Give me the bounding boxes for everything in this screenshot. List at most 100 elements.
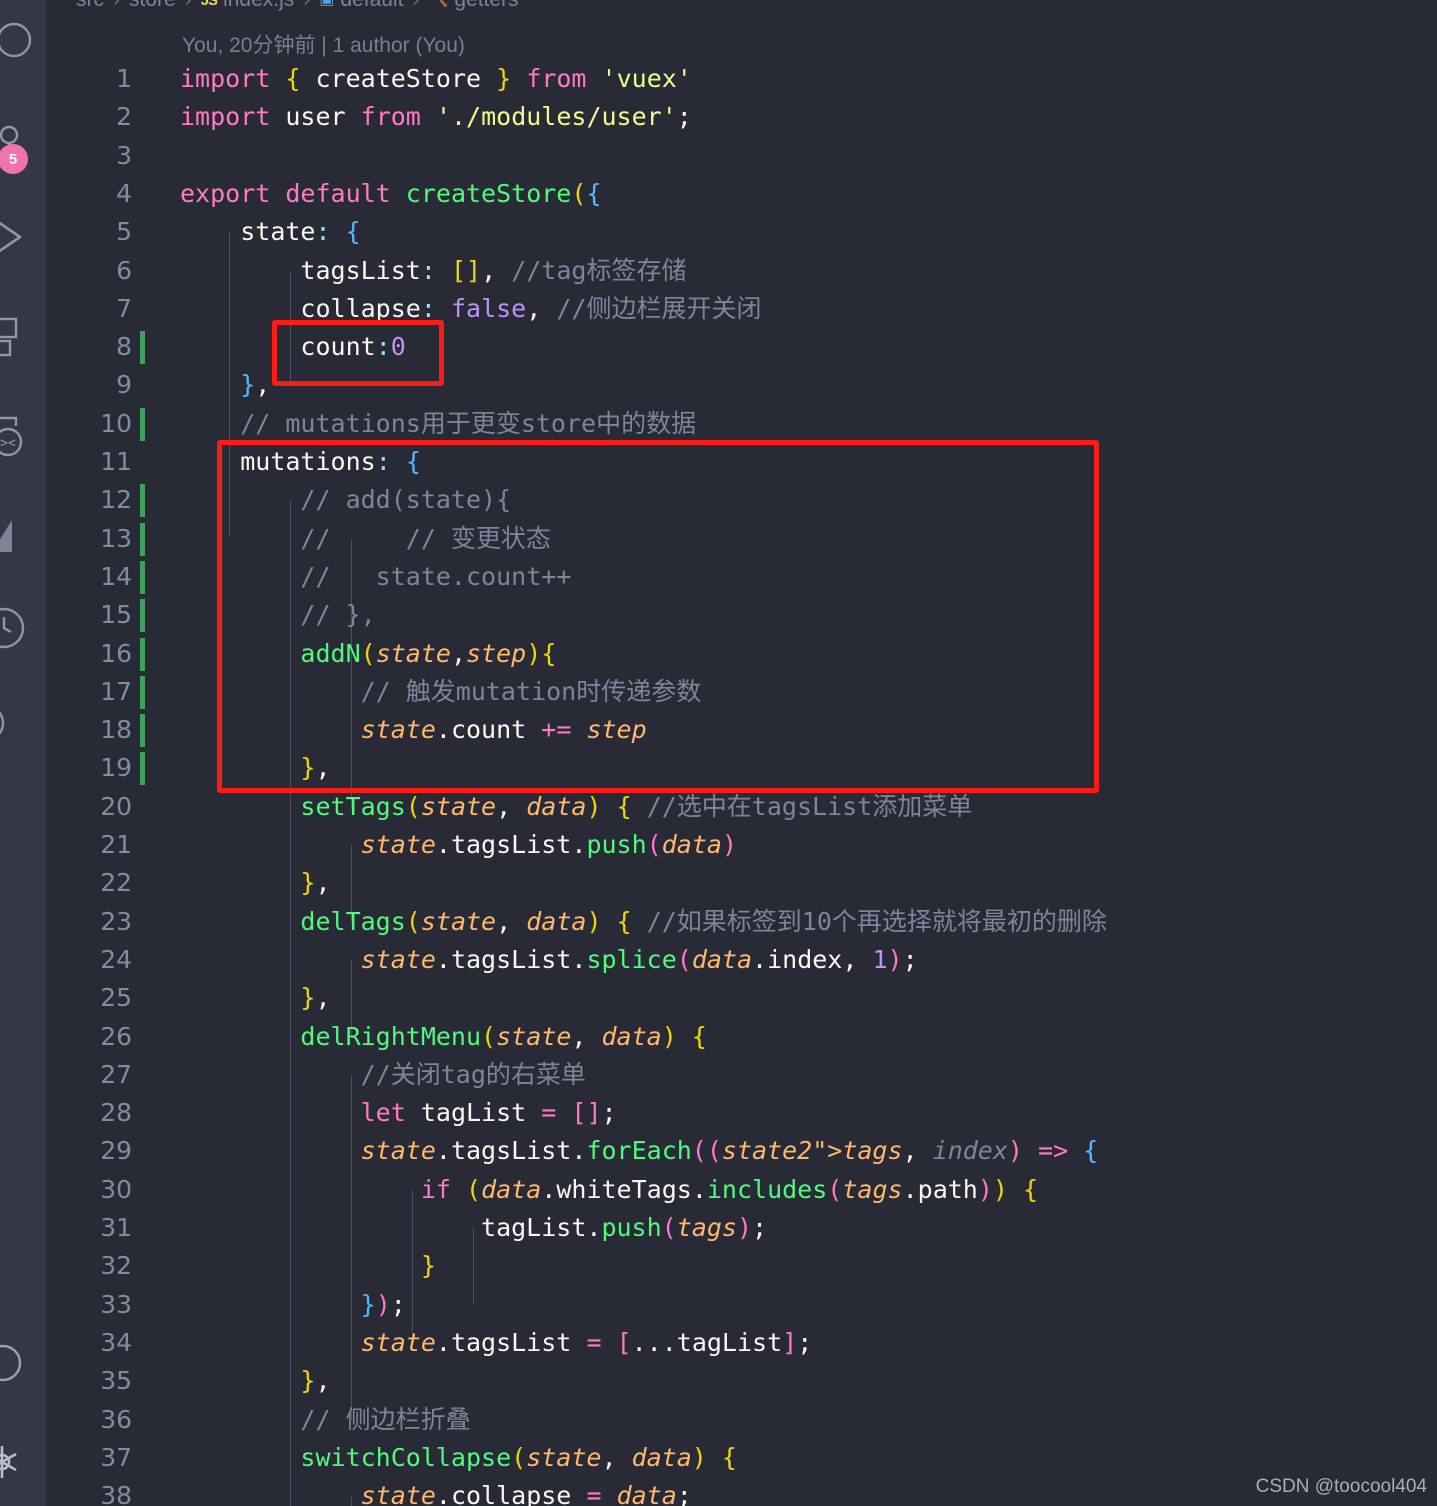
code-line[interactable]: 20 setTags(state, data) { //选中在tagsList添… bbox=[46, 788, 1437, 826]
code-line[interactable]: 2 import user from './modules/user'; bbox=[46, 98, 1437, 136]
line-content[interactable]: setTags(state, data) { //选中在tagsList添加菜单 bbox=[180, 788, 972, 826]
breadcrumb[interactable]: src › store › JS index.js › ▣ default › … bbox=[76, 0, 519, 13]
line-content[interactable]: // 侧边栏折叠 bbox=[180, 1401, 470, 1439]
line-content[interactable]: } bbox=[180, 1247, 436, 1285]
line-content[interactable]: state.tagsList.push(data) bbox=[180, 826, 737, 864]
line-content[interactable]: import { createStore } from 'vuex' bbox=[180, 60, 692, 98]
git-change-marker bbox=[140, 331, 145, 365]
line-number: 24 bbox=[100, 944, 132, 974]
line-content[interactable]: delRightMenu(state, data) { bbox=[180, 1018, 706, 1056]
code-line[interactable]: 25 }, bbox=[46, 979, 1437, 1017]
code-line[interactable]: 24 state.tagsList.splice(data.index, 1); bbox=[46, 941, 1437, 979]
line-content[interactable]: import user from './modules/user'; bbox=[180, 98, 692, 136]
line-content[interactable]: state.tagsList.forEach((state2">tags, in… bbox=[180, 1132, 1099, 1170]
line-content[interactable]: //关闭tag的右菜单 bbox=[180, 1056, 586, 1094]
timeline-icon[interactable] bbox=[0, 605, 46, 651]
code-line[interactable]: 4 export default createStore({ bbox=[46, 175, 1437, 213]
line-content[interactable]: export default createStore({ bbox=[180, 175, 602, 213]
symbol-property-icon: 🔨 bbox=[428, 0, 448, 9]
line-number: 3 bbox=[116, 140, 132, 170]
code-line[interactable]: 31 tagList.push(tags); bbox=[46, 1209, 1437, 1247]
line-number: 34 bbox=[100, 1327, 132, 1357]
line-content[interactable]: // mutations用于更变store中的数据 bbox=[180, 405, 696, 443]
count-highlight-box bbox=[272, 320, 444, 386]
line-content[interactable]: let tagList = []; bbox=[180, 1094, 617, 1132]
testing-icon[interactable] bbox=[0, 512, 46, 558]
line-number: 1 bbox=[116, 64, 132, 93]
source-control-badge: 5 bbox=[0, 144, 28, 174]
line-content[interactable]: }, bbox=[180, 1362, 330, 1400]
line-number: 15 bbox=[100, 600, 132, 630]
line-number: 38 bbox=[100, 1481, 132, 1506]
code-line[interactable]: 30 if (data.whiteTags.includes(tags.path… bbox=[46, 1171, 1437, 1209]
line-content[interactable]: state.tagsList.splice(data.index, 1); bbox=[180, 941, 918, 979]
code-line[interactable]: 23 delTags(state, data) { //如果标签到10个再选择就… bbox=[46, 903, 1437, 941]
line-number: 12 bbox=[100, 485, 132, 515]
source-control-icon[interactable]: 5 bbox=[0, 118, 46, 174]
extensions-icon[interactable] bbox=[0, 313, 46, 359]
breadcrumb-item-getters[interactable]: getters bbox=[454, 0, 518, 12]
code-line[interactable]: 27 //关闭tag的右菜单 bbox=[46, 1056, 1437, 1094]
code-line[interactable]: 8 count:0 bbox=[46, 328, 1437, 366]
breadcrumb-item-index-js[interactable]: index.js bbox=[223, 0, 294, 12]
breadcrumb-item-store[interactable]: store bbox=[129, 0, 176, 12]
line-content[interactable]: delTags(state, data) { //如果标签到10个再选择就将最初… bbox=[180, 903, 1106, 941]
editor-pane: src › store › JS index.js › ▣ default › … bbox=[46, 0, 1437, 1506]
code-line[interactable]: 36 // 侧边栏折叠 bbox=[46, 1401, 1437, 1439]
git-change-marker bbox=[140, 599, 145, 633]
git-blame-annotation: You, 20分钟前 | 1 author (You) bbox=[182, 34, 465, 57]
code-line[interactable]: 35 }, bbox=[46, 1362, 1437, 1400]
line-content[interactable]: }, bbox=[180, 979, 330, 1017]
line-content[interactable]: switchCollapse(state, data) { bbox=[180, 1439, 737, 1477]
code-line[interactable]: 5 state: { bbox=[46, 213, 1437, 251]
line-number: 19 bbox=[100, 753, 132, 783]
code-line[interactable]: 34 state.tagsList = [...tagList]; bbox=[46, 1324, 1437, 1362]
chevron-icon[interactable] bbox=[0, 700, 46, 746]
js-file-icon: JS bbox=[200, 0, 218, 9]
line-number: 5 bbox=[116, 217, 132, 247]
line-content[interactable]: tagsList: [], //tag标签存储 bbox=[180, 252, 686, 290]
database-icon[interactable] bbox=[0, 1340, 46, 1386]
git-change-marker bbox=[140, 560, 145, 594]
code-line[interactable]: 26 delRightMenu(state, data) { bbox=[46, 1018, 1437, 1056]
line-content[interactable]: tagList.push(tags); bbox=[180, 1209, 767, 1247]
line-content[interactable]: }); bbox=[180, 1286, 406, 1324]
line-content[interactable]: }, bbox=[180, 864, 330, 902]
breadcrumb-item-default[interactable]: default bbox=[340, 0, 403, 12]
line-content[interactable]: state.tagsList = [...tagList]; bbox=[180, 1324, 813, 1362]
code-line[interactable]: 21 state.tagsList.push(data) bbox=[46, 826, 1437, 864]
breadcrumb-item-src[interactable]: src bbox=[76, 0, 104, 12]
git-change-marker bbox=[140, 484, 145, 518]
line-content[interactable]: collapse: false, //侧边栏展开关闭 bbox=[180, 290, 761, 328]
mutations-highlight-box bbox=[217, 440, 1099, 793]
line-content[interactable]: if (data.whiteTags.includes(tags.path)) … bbox=[180, 1171, 1038, 1209]
csdn-watermark: CSDN @toocool404 bbox=[1255, 1476, 1427, 1497]
code-line[interactable]: 9 }, bbox=[46, 366, 1437, 404]
line-number: 10 bbox=[100, 408, 132, 438]
code-line[interactable]: 28 let tagList = []; bbox=[46, 1094, 1437, 1132]
code-line[interactable]: 22 }, bbox=[46, 864, 1437, 902]
code-line[interactable]: 10 // mutations用于更变store中的数据 bbox=[46, 405, 1437, 443]
code-line[interactable]: 7 collapse: false, //侧边栏展开关闭 bbox=[46, 290, 1437, 328]
vscode-window: 5 >< JS You, 20分钟前 | 1 author (You) 1 im… bbox=[0, 0, 1437, 1506]
code-line[interactable]: 38 state.collapse = data; bbox=[46, 1477, 1437, 1506]
code-line[interactable]: 33 }); bbox=[46, 1286, 1437, 1324]
code-line[interactable]: 1 import { createStore } from 'vuex' bbox=[46, 60, 1437, 98]
code-line[interactable]: 6 tagsList: [], //tag标签存储 bbox=[46, 252, 1437, 290]
breadcrumb-separator-icon: › bbox=[412, 0, 419, 12]
code-line[interactable]: 32 } bbox=[46, 1247, 1437, 1285]
code-line[interactable]: 29 state.tagsList.forEach((state2">tags,… bbox=[46, 1132, 1437, 1170]
manage-gear-icon[interactable] bbox=[0, 1438, 46, 1484]
line-content[interactable]: state.collapse = data; bbox=[180, 1477, 692, 1506]
breadcrumb-separator-icon: › bbox=[303, 0, 310, 12]
code-line[interactable]: 3 bbox=[46, 137, 1437, 175]
line-number: 23 bbox=[100, 906, 132, 936]
line-number: 7 bbox=[116, 293, 132, 323]
remote-explorer-icon[interactable]: >< bbox=[0, 412, 46, 458]
search-icon[interactable] bbox=[0, 21, 46, 67]
git-change-marker bbox=[140, 407, 145, 441]
run-and-debug-icon[interactable] bbox=[0, 216, 46, 262]
line-content[interactable]: state: { bbox=[180, 213, 360, 251]
line-content[interactable]: }, bbox=[180, 366, 270, 404]
code-line[interactable]: 37 switchCollapse(state, data) { bbox=[46, 1439, 1437, 1477]
